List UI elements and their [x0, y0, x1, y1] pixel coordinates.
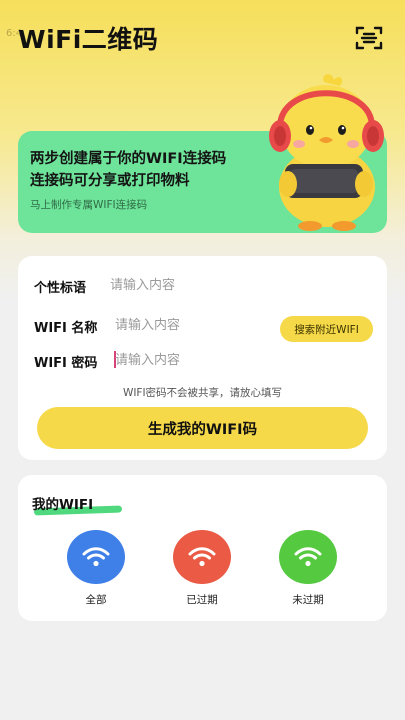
wifi-filter-all-label: 全部: [85, 594, 107, 606]
password-hint: WIFI密码不会被共享，请放心填写: [122, 387, 283, 399]
scan-button[interactable]: [354, 24, 384, 52]
banner-subtitle: 马上制作专属WIFI连接码: [30, 199, 148, 211]
slogan-input[interactable]: [110, 275, 350, 295]
chick-mascot-illustration: [269, 74, 384, 231]
wifi-name-label: WIFI 名称: [34, 321, 98, 336]
slogan-label: 个性标语: [34, 281, 87, 296]
banner-headline-2: 连接码可分享或打印物料: [30, 173, 190, 189]
wifi-filter-valid-label: 未过期: [292, 594, 324, 606]
wifi-filter-expired[interactable]: 已过期: [167, 530, 237, 607]
wifi-circle-expired: [173, 530, 231, 584]
scan-icon: [355, 26, 383, 50]
wifi-circle-all: [67, 530, 125, 584]
generate-wifi-code-button[interactable]: 生成我的WIFI码: [37, 407, 368, 449]
wifi-circle-valid: [279, 530, 337, 584]
wifi-filter-valid[interactable]: 未过期: [273, 530, 343, 607]
wifi-icon: [188, 547, 216, 567]
wifi-filter-expired-label: 已过期: [186, 594, 218, 606]
wifi-icon: [294, 547, 322, 567]
wifi-form-card: 个性标语 WIFI 名称 搜索附近WIFI WIFI 密码 WIFI密码不会被共…: [18, 256, 387, 460]
banner-headline: 两步创建属于你的WIFI连接码: [30, 151, 227, 167]
wifi-password-label: WIFI 密码: [34, 356, 98, 371]
wifi-name-input[interactable]: [115, 315, 275, 335]
wifi-password-input[interactable]: [115, 350, 355, 370]
wifi-filter-all[interactable]: 全部: [61, 530, 131, 607]
wifi-icon: [82, 547, 110, 567]
my-wifi-title: 我的WIFI: [32, 497, 94, 513]
page-title: WiFi二维码: [18, 25, 159, 54]
search-nearby-wifi-button[interactable]: 搜索附近WIFI: [280, 316, 373, 342]
my-wifi-card: 我的WIFI 全部 已过期 未过期: [18, 475, 387, 621]
my-wifi-heading: 我的WIFI: [32, 493, 123, 516]
